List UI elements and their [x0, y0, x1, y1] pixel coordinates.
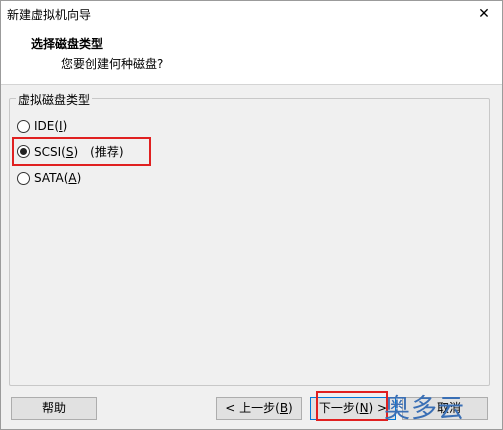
- radio-ide[interactable]: IDE(I): [17, 117, 67, 135]
- radio-label-sata: SATA(A): [34, 171, 82, 185]
- watermark-logo: 奥多云: [384, 394, 466, 424]
- radio-label-ide: IDE(I): [34, 119, 68, 133]
- page-subtitle: 您要创建何种磁盘?: [61, 57, 164, 71]
- page-title: 选择磁盘类型: [31, 37, 104, 51]
- window-title: 新建虚拟机向导: [7, 8, 92, 22]
- radio-sata[interactable]: SATA(A): [17, 169, 81, 187]
- radio-button[interactable]: [17, 171, 30, 185]
- wizard-header: 选择磁盘类型 您要创建何种磁盘?: [1, 27, 502, 85]
- next-highlight-box: [316, 391, 388, 421]
- back-button[interactable]: < 上一步(B): [216, 397, 302, 420]
- scsi-highlight-box: [12, 137, 151, 166]
- group-label: 虚拟磁盘类型: [16, 91, 93, 108]
- title-bar: 新建虚拟机向导 ✕: [1, 1, 502, 27]
- help-button[interactable]: 帮助: [11, 397, 97, 420]
- close-icon[interactable]: ✕: [474, 4, 494, 24]
- radio-button[interactable]: [17, 119, 30, 133]
